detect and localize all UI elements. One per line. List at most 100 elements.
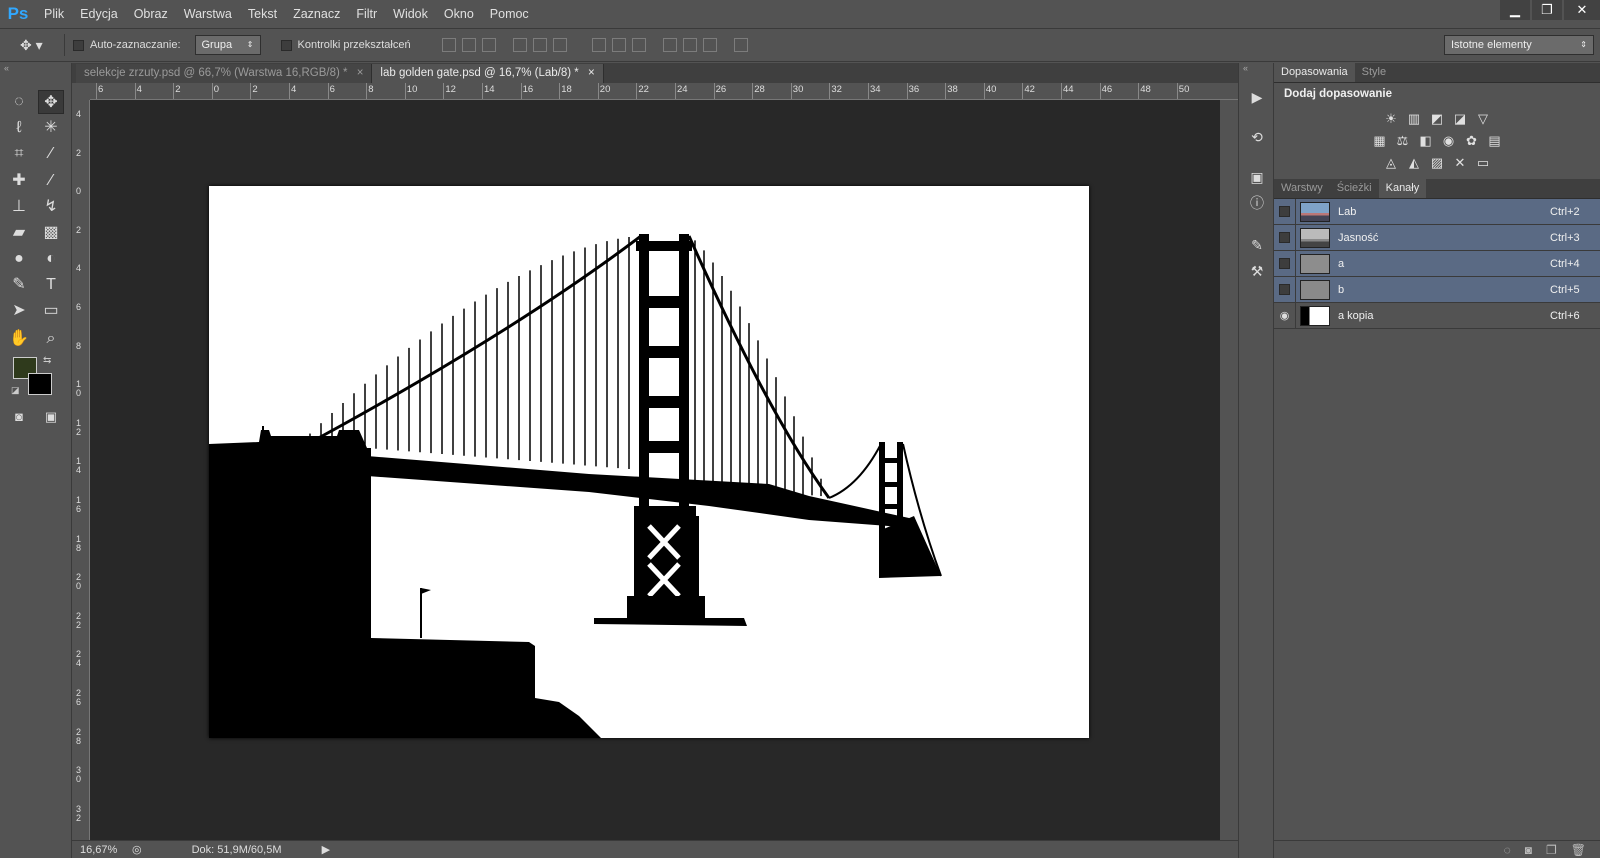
visibility-toggle[interactable] bbox=[1274, 250, 1296, 277]
zoom-tool-icon[interactable]: ⌕ bbox=[38, 327, 64, 351]
selective-color-icon[interactable]: ✕ bbox=[1451, 155, 1469, 171]
navigator-icon[interactable]: ▣ bbox=[1247, 167, 1267, 187]
menu-zaznacz[interactable]: Zaznacz bbox=[285, 0, 348, 28]
brush-presets-icon[interactable]: ✎ bbox=[1247, 235, 1267, 255]
move-tool-preset-icon[interactable]: ✥ ▾ bbox=[20, 37, 56, 54]
marquee-tool-icon[interactable]: ◌ bbox=[6, 90, 32, 114]
tab-style[interactable]: Style bbox=[1355, 63, 1393, 82]
channel-row-a-kopia[interactable]: ◉ a kopia Ctrl+6 bbox=[1274, 302, 1600, 329]
menu-pomoc[interactable]: Pomoc bbox=[482, 0, 537, 28]
menu-plik[interactable]: Plik bbox=[36, 0, 72, 28]
actions-icon[interactable]: ▶ bbox=[1247, 87, 1267, 107]
align-left-icon[interactable] bbox=[512, 38, 527, 52]
zoom-level[interactable]: 16,67% bbox=[80, 844, 124, 856]
tool-presets-icon[interactable]: ⚒ bbox=[1247, 261, 1267, 281]
tab-sciezki[interactable]: Ścieżki bbox=[1330, 179, 1379, 198]
path-selection-icon[interactable]: ➤ bbox=[6, 299, 32, 323]
align-vcenter-icon[interactable] bbox=[461, 38, 476, 52]
eraser-tool-icon[interactable]: ▰ bbox=[6, 221, 32, 245]
auto-align-icon[interactable] bbox=[733, 38, 748, 52]
stamp-tool-icon[interactable]: ⊥ bbox=[6, 195, 32, 219]
channel-row-jasnosc[interactable]: Jasność Ctrl+3 bbox=[1274, 224, 1600, 251]
healing-brush-icon[interactable]: ✚ bbox=[6, 169, 32, 193]
channel-row-b[interactable]: b Ctrl+5 bbox=[1274, 276, 1600, 303]
posterize-icon[interactable]: ◭ bbox=[1405, 155, 1423, 171]
blur-tool-icon[interactable]: ● bbox=[6, 247, 32, 271]
visibility-toggle[interactable]: ◉ bbox=[1274, 302, 1296, 329]
close-tab-icon[interactable]: × bbox=[357, 67, 364, 79]
screen-mode-icon[interactable]: ▣ bbox=[38, 405, 64, 429]
gradient-tool-icon[interactable]: ▩ bbox=[38, 221, 64, 245]
hand-tool-icon[interactable]: ✋ bbox=[6, 327, 32, 351]
lasso-tool-icon[interactable]: ℓ bbox=[6, 116, 32, 140]
threshold-icon[interactable]: ▨ bbox=[1428, 155, 1446, 171]
exposure-icon[interactable]: ◪ bbox=[1451, 111, 1469, 127]
invert-icon[interactable]: ◬ bbox=[1382, 155, 1400, 171]
color-balance-icon[interactable]: ⚖ bbox=[1394, 133, 1412, 149]
distribute-top-icon[interactable] bbox=[591, 38, 606, 52]
status-options-icon[interactable]: ◎ bbox=[132, 843, 142, 856]
new-channel-icon[interactable]: ❐ bbox=[1546, 843, 1557, 857]
menu-widok[interactable]: Widok bbox=[385, 0, 436, 28]
background-color-swatch[interactable] bbox=[28, 373, 52, 395]
channel-row-lab[interactable]: Lab Ctrl+2 bbox=[1274, 198, 1600, 225]
gradient-map-icon[interactable]: ▭ bbox=[1474, 155, 1492, 171]
dodge-tool-icon[interactable]: ◐ bbox=[38, 247, 64, 271]
history-brush-icon[interactable]: ↯ bbox=[38, 195, 64, 219]
visibility-toggle[interactable] bbox=[1274, 224, 1296, 251]
save-selection-icon[interactable]: ◙ bbox=[1525, 843, 1532, 857]
distribute-bottom-icon[interactable] bbox=[631, 38, 646, 52]
visibility-toggle[interactable] bbox=[1274, 198, 1296, 225]
info-icon[interactable]: ⓘ bbox=[1247, 193, 1267, 213]
restore-button[interactable]: ❐ bbox=[1532, 0, 1562, 20]
vertical-scrollbar[interactable] bbox=[1220, 100, 1238, 840]
magic-wand-icon[interactable]: ✳ bbox=[38, 116, 64, 140]
load-selection-icon[interactable]: ◌ bbox=[1504, 843, 1511, 857]
auto-select-dropdown[interactable]: Grupa ⇕ bbox=[194, 35, 261, 55]
auto-select-checkbox[interactable] bbox=[73, 39, 84, 51]
workspace-dropdown[interactable]: Istotne elementy ⇕ bbox=[1444, 35, 1594, 55]
vertical-ruler[interactable]: 4 2 0 2 4 6 8 1 0 1 2 1 4 1 6 1 8 2 0 2 2 2 4 2 6 2 8 3 0… bbox=[72, 100, 90, 840]
tab-dopasowania[interactable]: Dopasowania bbox=[1274, 63, 1355, 82]
quick-mask-icon[interactable]: ◙ bbox=[6, 405, 32, 429]
menu-tekst[interactable]: Tekst bbox=[240, 0, 285, 28]
status-menu-arrow-icon[interactable]: ▶ bbox=[322, 843, 330, 856]
distribute-hcenter-icon[interactable] bbox=[682, 38, 697, 52]
shape-tool-icon[interactable]: ▭ bbox=[38, 299, 64, 323]
tab-document-1[interactable]: selekcje zrzuty.psd @ 66,7% (Warstwa 16,… bbox=[76, 64, 373, 83]
pen-tool-icon[interactable]: ✎ bbox=[6, 273, 32, 297]
tab-kanaly[interactable]: Kanały bbox=[1378, 179, 1427, 198]
horizontal-ruler[interactable]: 6 4 2 0 2 4 6 8 10 12 14 16 18 20 22 24 26 28 30 32 34 36 38 40… bbox=[90, 83, 1238, 100]
color-lookup-icon[interactable]: ▤ bbox=[1486, 133, 1504, 149]
brush-tool-icon[interactable]: ∕ bbox=[38, 169, 64, 193]
distribute-right-icon[interactable] bbox=[702, 38, 717, 52]
collapse-arrows-icon[interactable]: « bbox=[4, 63, 9, 73]
align-hcenter-icon[interactable] bbox=[532, 38, 547, 52]
distribute-vcenter-icon[interactable] bbox=[611, 38, 626, 52]
tab-document-2[interactable]: lab golden gate.psd @ 16,7% (Lab/8) * × bbox=[372, 64, 604, 83]
menu-filtr[interactable]: Filtr bbox=[348, 0, 385, 28]
type-tool-icon[interactable]: T bbox=[38, 273, 64, 297]
collapse-arrows-icon[interactable]: « bbox=[1243, 63, 1248, 73]
crop-tool-icon[interactable]: ⌗ bbox=[6, 142, 32, 166]
default-colors-icon[interactable]: ◪ bbox=[11, 385, 20, 396]
delete-channel-icon[interactable]: 🗑 bbox=[1571, 843, 1586, 857]
photo-filter-icon[interactable]: ◉ bbox=[1440, 133, 1458, 149]
menu-obraz[interactable]: Obraz bbox=[126, 0, 176, 28]
hue-saturation-icon[interactable]: ▦ bbox=[1371, 133, 1389, 149]
document-image[interactable] bbox=[209, 186, 1089, 738]
close-tab-icon[interactable]: × bbox=[588, 67, 595, 79]
brightness-icon[interactable]: ☀ bbox=[1382, 111, 1400, 127]
menu-warstwa[interactable]: Warstwa bbox=[176, 0, 240, 28]
levels-icon[interactable]: ▥ bbox=[1405, 111, 1423, 127]
history-icon[interactable]: ⟲ bbox=[1247, 127, 1267, 147]
channel-row-a[interactable]: a Ctrl+4 bbox=[1274, 250, 1600, 277]
menu-okno[interactable]: Okno bbox=[436, 0, 482, 28]
align-right-icon[interactable] bbox=[552, 38, 567, 52]
distribute-left-icon[interactable] bbox=[662, 38, 677, 52]
close-button[interactable]: ✕ bbox=[1564, 0, 1600, 20]
curves-icon[interactable]: ◩ bbox=[1428, 111, 1446, 127]
canvas-area[interactable] bbox=[90, 100, 1220, 840]
minimize-button[interactable]: ▁ bbox=[1500, 0, 1530, 20]
black-white-icon[interactable]: ◧ bbox=[1417, 133, 1435, 149]
